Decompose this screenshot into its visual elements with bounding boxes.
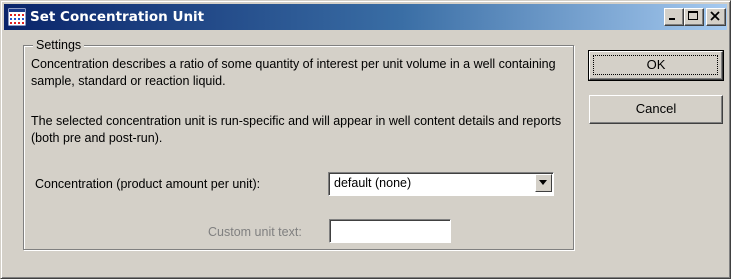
- concentration-dropdown[interactable]: default (none): [328, 172, 554, 196]
- custom-unit-label: Custom unit text:: [208, 225, 302, 239]
- grid-app-icon: [7, 7, 27, 27]
- maximize-icon: [688, 11, 698, 20]
- window-title: Set Concentration Unit: [30, 9, 205, 25]
- minimize-icon: [669, 18, 675, 20]
- chevron-down-icon: [539, 180, 547, 185]
- close-icon: [710, 11, 720, 21]
- description-text: Concentration describes a ratio of some …: [31, 57, 556, 88]
- cancel-button[interactable]: Cancel: [589, 95, 723, 124]
- ok-button[interactable]: OK: [588, 50, 724, 81]
- dropdown-arrow-button[interactable]: [535, 174, 552, 192]
- minimize-button[interactable]: [664, 8, 684, 26]
- run-specific-note: The selected concentration unit is run-s…: [31, 114, 562, 145]
- custom-unit-input[interactable]: [329, 219, 451, 243]
- concentration-label: Concentration (product amount per unit):: [35, 177, 261, 191]
- settings-group-label: Settings: [33, 38, 85, 52]
- concentration-selected-value: default (none): [334, 176, 412, 190]
- dialog-window: Set Concentration Unit Settings Concentr…: [0, 0, 731, 279]
- title-bar[interactable]: Set Concentration Unit: [4, 4, 727, 30]
- focus-rectangle: [593, 55, 718, 75]
- close-button[interactable]: [706, 8, 726, 26]
- maximize-button[interactable]: [684, 8, 704, 26]
